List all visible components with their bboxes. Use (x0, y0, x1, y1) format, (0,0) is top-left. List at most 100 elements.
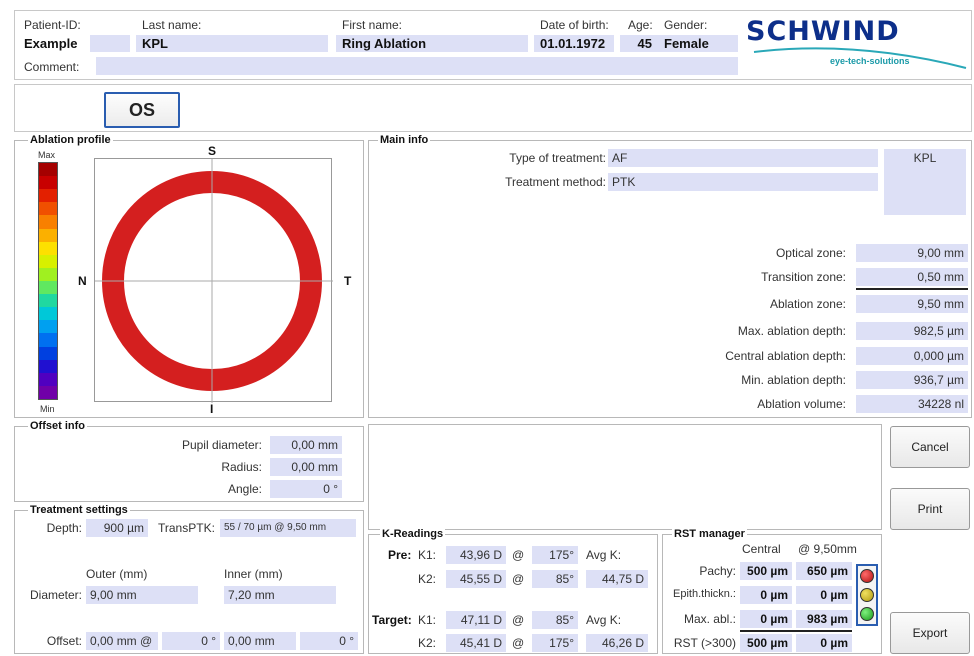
ring-map-svg (95, 159, 333, 403)
target-k2-value: 45,41 D (446, 634, 506, 652)
min-ablation-depth-label: Min. ablation depth: (741, 373, 846, 387)
ablation-profile-title: Ablation profile (28, 134, 113, 146)
pre-k2-label: K2: (418, 572, 437, 586)
eye-os-button[interactable]: OS (104, 92, 180, 128)
k-readings-title: K-Readings (380, 528, 446, 540)
central-ablation-depth-label: Central ablation depth: (725, 349, 846, 363)
ablation-volume-value: 34228 nl (856, 395, 968, 413)
color-scale-band (39, 241, 57, 255)
last-name-field: KPL (136, 35, 328, 52)
pre-label: Pre: (388, 548, 412, 562)
offset-inner-value[interactable]: 0,00 mm (224, 632, 296, 650)
treatment-method-field: PTK (608, 173, 878, 191)
pre-avgk-label: Avg K: (586, 548, 622, 562)
target-k2-axis: 175° (532, 634, 578, 652)
pachy-label: Pachy: (699, 564, 736, 578)
age-label: Age: (628, 18, 653, 32)
rst-edge-header: @ 9,50mm (798, 542, 857, 556)
ablation-map (94, 158, 333, 403)
type-of-treatment-field: AF (608, 149, 878, 167)
treatment-side-field: KPL (884, 149, 966, 215)
pre-k1-at: @ (512, 548, 525, 562)
transptk-value: 55 / 70 µm @ 9,50 mm (220, 519, 356, 537)
pachy-edge[interactable]: 650 µm (796, 562, 852, 580)
print-button[interactable]: Print (890, 488, 970, 530)
epith-central[interactable]: 0 µm (740, 586, 792, 604)
age-field: 45 (620, 35, 658, 52)
optical-zone-label: Optical zone: (775, 246, 846, 260)
pachy-central[interactable]: 500 µm (740, 562, 792, 580)
ablation-zone-label: Ablation zone: (769, 297, 846, 311)
export-button[interactable]: Export (890, 612, 970, 654)
main-info-title: Main info (378, 134, 431, 146)
target-k2-label: K2: (418, 636, 437, 650)
transition-zone-label: Transition zone: (761, 270, 846, 284)
pre-avgk-value: 44,75 D (586, 570, 648, 588)
target-k1-axis: 85° (532, 611, 578, 629)
pre-k1-axis: 175° (532, 546, 578, 564)
rst-central-header: Central (742, 542, 781, 556)
target-k2-at: @ (512, 636, 525, 650)
patient-id-label: Patient-ID: (24, 18, 81, 32)
dob-field: 01.01.1972 (534, 35, 614, 52)
max-abl-central: 0 µm (740, 610, 792, 628)
inner-diameter-value[interactable]: 7,20 mm (224, 586, 336, 604)
target-k1-value: 47,11 D (446, 611, 506, 629)
gender-label: Gender: (664, 18, 708, 32)
scale-min-label: Min (40, 404, 55, 414)
offset-outer-value[interactable]: 0,00 mm @ (86, 632, 158, 650)
target-avgk-label: Avg K: (586, 613, 622, 627)
offset-inner-angle[interactable]: 0 ° (300, 632, 358, 650)
map-label-bottom: I (210, 402, 214, 416)
red-light-icon (860, 569, 874, 583)
scale-max-label: Max (38, 150, 56, 160)
color-scale-band (39, 254, 57, 268)
color-scale-band (39, 294, 57, 308)
ablation-zone-value: 9,50 mm (856, 295, 968, 313)
target-k1-at: @ (512, 613, 525, 627)
rst-divider (740, 630, 852, 632)
dob-label: Date of birth: (540, 18, 609, 32)
comment-field[interactable] (96, 57, 738, 75)
treatment-method-label: Treatment method: (505, 175, 606, 189)
type-of-treatment-label: Type of treatment: (509, 151, 606, 165)
pre-k2-at: @ (512, 572, 525, 586)
pupil-diameter-value: 0,00 mm (270, 436, 342, 454)
rst-label: RST (>300) (673, 636, 736, 650)
offset-label: Offset: (46, 634, 82, 648)
color-scale-band (39, 333, 57, 347)
max-abl-label: Max. abl.: (683, 612, 736, 626)
gender-field: Female (658, 35, 738, 52)
pre-k2-axis: 85° (532, 570, 578, 588)
rst-central: 500 µm (740, 634, 792, 652)
outer-mm-label: Outer (mm) (86, 567, 148, 581)
color-scale (38, 162, 58, 400)
color-scale-band (39, 346, 57, 360)
map-label-left: N (78, 274, 87, 288)
empty-info-panel (368, 424, 882, 530)
green-light-icon (860, 607, 874, 621)
color-scale-band (39, 359, 57, 373)
pre-k1-value: 43,96 D (446, 546, 506, 564)
color-scale-band (39, 163, 57, 177)
patient-id-field-bg (90, 35, 130, 52)
map-label-top: S (208, 144, 217, 158)
color-scale-band (39, 385, 57, 399)
target-k1-label: K1: (418, 613, 437, 627)
pre-k1-label: K1: (418, 548, 437, 562)
logo-subtitle: eye-tech-solutions (830, 56, 910, 66)
cancel-button[interactable]: Cancel (890, 426, 970, 468)
color-scale-band (39, 189, 57, 203)
outer-diameter-value[interactable]: 9,00 mm (86, 586, 198, 604)
color-scale-band (39, 176, 57, 190)
first-name-field: Ring Ablation (336, 35, 528, 52)
last-name-label: Last name: (142, 18, 202, 32)
color-scale-band (39, 228, 57, 242)
angle-label: Angle: (227, 482, 262, 496)
color-scale-band (39, 320, 57, 334)
depth-value[interactable]: 900 µm (86, 519, 148, 537)
color-scale-band (39, 267, 57, 281)
rst-manager-title: RST manager (672, 528, 747, 540)
offset-outer-angle[interactable]: 0 ° (162, 632, 220, 650)
epith-edge[interactable]: 0 µm (796, 586, 852, 604)
